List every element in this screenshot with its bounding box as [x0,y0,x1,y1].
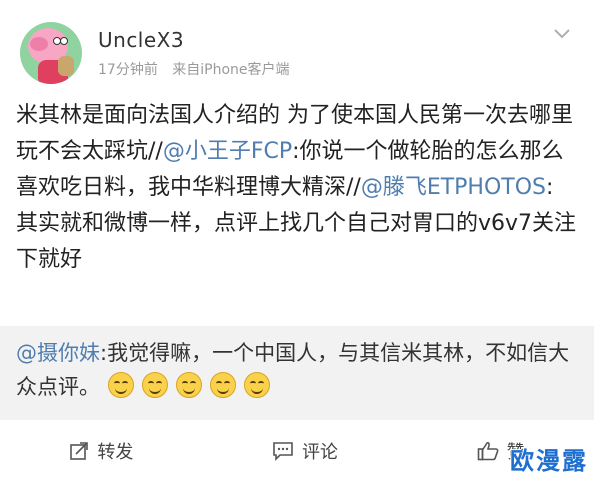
grin-emoji-icon [142,372,168,398]
repost-label: 转发 [97,442,134,463]
grin-emoji-icon [176,372,202,398]
grin-emoji-icon [210,372,236,398]
emoji-row [100,372,270,399]
username[interactable]: UncleX3 [98,27,290,53]
post-meta: UncleX3 17分钟前 来自iPhone客户端 [98,27,290,79]
weibo-post-card: UncleX3 17分钟前 来自iPhone客户端 米其林是面向法国人介绍的 为… [0,0,594,482]
chevron-down-icon[interactable] [552,24,572,44]
post-header: UncleX3 17分钟前 来自iPhone客户端 [20,18,580,88]
post-source[interactable]: 来自iPhone客户端 [172,62,289,78]
post-time: 17分钟前 [98,62,158,78]
grin-emoji-icon [244,372,270,398]
avatar-snout [30,37,48,51]
post-mention[interactable]: @小王子FCP [163,139,292,164]
post-mention[interactable]: @滕飞ETPHOTOS [361,175,546,200]
repost-mention[interactable]: @摄你妹 [16,341,100,365]
avatar[interactable] [20,22,82,84]
repost-button[interactable]: 转发 [69,438,133,464]
watermark: 欧漫露 [510,447,588,475]
repost-box[interactable]: @摄你妹:我觉得嘛，一个中国人，与其信米其林，不如信大众点评。 [0,326,594,420]
action-bar: 转发 评论 赞 [0,420,594,482]
comment-label: 评论 [301,442,338,463]
grin-emoji-icon [108,372,134,398]
avatar-eye-right [60,37,68,45]
post-body: 米其林是面向法国人介绍的 为了使本国人民第一次去哪里玩不会太踩坑//@小王子FC… [16,98,582,278]
thumbs-up-icon [477,441,499,461]
post-submeta: 17分钟前 来自iPhone客户端 [98,61,290,79]
share-icon [69,441,89,461]
avatar-toy [58,56,74,76]
comment-button[interactable]: 评论 [272,438,338,464]
comment-icon [272,441,294,461]
